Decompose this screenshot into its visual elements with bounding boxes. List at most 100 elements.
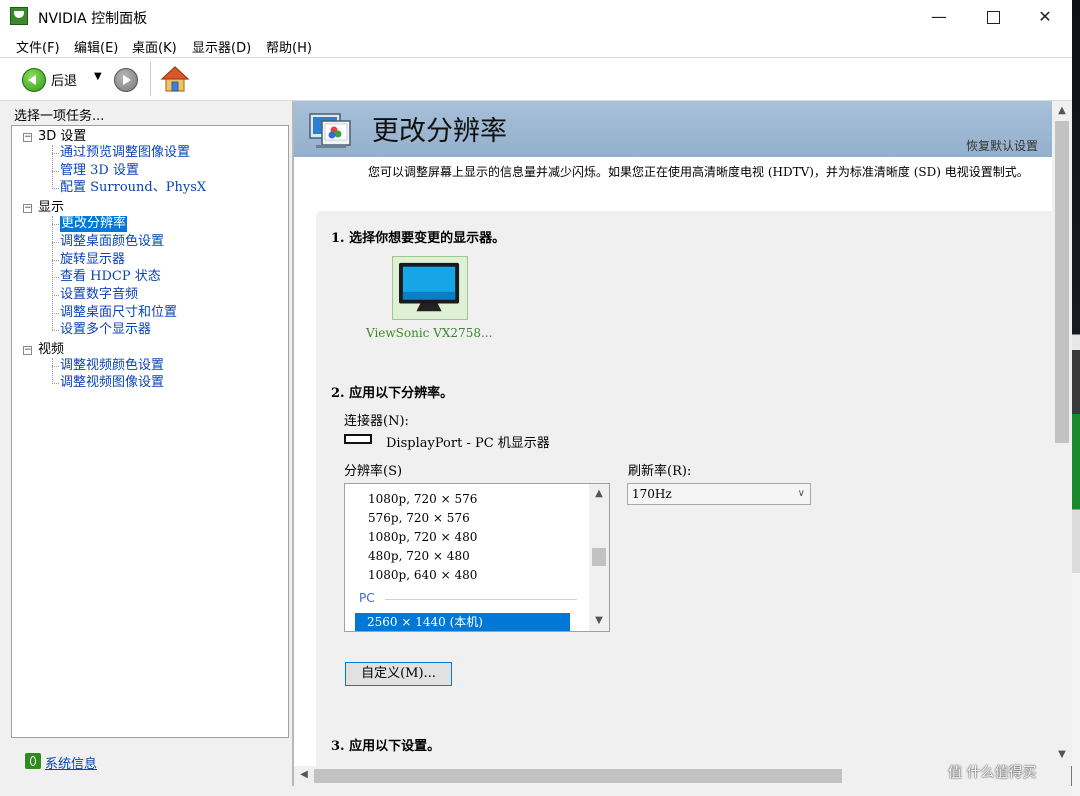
connector-label: 连接器(N): (344, 414, 409, 429)
content-vertical-scrollbar[interactable]: ▲ ▼ (1052, 101, 1072, 766)
displayport-icon (344, 434, 372, 444)
forward-arrow-icon[interactable] (114, 68, 138, 92)
tree-line (52, 383, 59, 384)
page-description: 您可以调整屏幕上显示的信息量并减少闪烁。如果您正在使用高清晰度电视 (HDTV)… (368, 165, 1029, 179)
tree-line (52, 171, 59, 172)
tree-line (52, 358, 53, 382)
content-pane: 更改分辨率 恢复默认设置 您可以调整屏幕上显示的信息量并减少闪烁。如果您正在使用… (294, 101, 1052, 766)
page-title: 更改分辨率 (372, 116, 507, 147)
resolution-list-scrollbar[interactable]: ▲ ▼ (589, 484, 609, 631)
minimize-icon: — (931, 7, 947, 26)
back-arrow-icon[interactable] (22, 68, 46, 92)
tree-item-desktop-size-position[interactable]: 调整桌面尺寸和位置 (60, 305, 177, 321)
refresh-rate-dropdown[interactable]: 170Hz ∨ (627, 483, 811, 505)
list-item[interactable]: 1080p, 640 × 480 (368, 568, 477, 582)
tree-item-digital-audio[interactable]: 设置数字音频 (60, 287, 138, 303)
tree-item-desktop-color[interactable]: 调整桌面颜色设置 (60, 234, 164, 250)
menu-help[interactable]: 帮助(H) (266, 37, 312, 56)
status-bar (0, 786, 1072, 796)
custom-resolution-button[interactable]: 自定义(M)... (345, 662, 452, 686)
minimize-button[interactable]: — (916, 0, 962, 33)
tree-group-video[interactable]: 视频 (38, 342, 64, 358)
step3-heading: 3. 应用以下设置。 (331, 739, 441, 754)
selected-resolution[interactable]: 2560 × 1440 (本机) (355, 613, 570, 631)
scroll-down-icon[interactable]: ▼ (1052, 749, 1072, 760)
tree-line (52, 153, 59, 154)
back-button-label[interactable]: 后退 (51, 70, 77, 89)
menu-display[interactable]: 显示器(D) (192, 37, 251, 56)
collapse-video-icon[interactable]: − (23, 346, 32, 355)
tree-item-hdcp-status[interactable]: 查看 HDCP 状态 (60, 269, 161, 285)
maximize-button[interactable] (970, 0, 1016, 33)
watermark: 值 什么值得买 (948, 765, 1037, 781)
monitor-icon (399, 262, 460, 312)
tree-group-3d-settings[interactable]: 3D 设置 (38, 129, 86, 145)
desktop-background (1072, 0, 1080, 796)
monitor-selector[interactable] (392, 256, 468, 320)
scroll-thumb[interactable] (592, 548, 606, 566)
collapse-display-icon[interactable]: − (23, 204, 32, 213)
tree-item-video-color[interactable]: 调整视频颜色设置 (60, 358, 164, 374)
menu-desktop[interactable]: 桌面(K) (132, 37, 177, 56)
step1-heading: 1. 选择你想要变更的显示器。 (331, 231, 506, 246)
tree-item-video-image[interactable]: 调整视频图像设置 (60, 375, 164, 391)
tree-line (52, 224, 59, 225)
refresh-rate-value: 170Hz (632, 487, 672, 501)
tree-item-multiple-displays[interactable]: 设置多个显示器 (60, 322, 151, 338)
close-icon: ✕ (1038, 7, 1052, 26)
system-info-link[interactable]: 系统信息 (45, 753, 97, 772)
tree-line (52, 242, 59, 243)
resolution-label: 分辨率(S) (344, 464, 403, 479)
tree-line (52, 145, 53, 187)
list-item[interactable]: 480p, 720 × 480 (368, 549, 470, 563)
toolbar-separator (150, 62, 151, 96)
nvidia-logo-icon (10, 7, 28, 25)
group-divider (385, 599, 577, 600)
refresh-rate-label: 刷新率(R): (628, 464, 692, 479)
scroll-up-icon[interactable]: ▲ (589, 488, 609, 499)
collapse-3d-icon[interactable]: − (23, 133, 32, 142)
step2-heading: 2. 应用以下分辨率。 (331, 386, 454, 401)
display-resolution-icon (309, 113, 351, 148)
list-item[interactable]: 1080p, 720 × 576 (368, 492, 477, 506)
tree-line (52, 188, 59, 189)
scroll-left-icon[interactable]: ◀ (294, 769, 314, 780)
resolution-group-pc: PC (359, 591, 375, 605)
tree-line (52, 313, 59, 314)
menu-file[interactable]: 文件(F) (16, 37, 60, 56)
menu-edit[interactable]: 编辑(E) (74, 37, 118, 56)
page-banner: 更改分辨率 恢复默认设置 (294, 101, 1052, 157)
nvidia-control-panel-window: NVIDIA 控制面板 — ✕ 文件(F) 编辑(E) 桌面(K) 显示器(D)… (0, 0, 1072, 796)
tree-item-rotate-display[interactable]: 旋转显示器 (60, 252, 125, 268)
close-button[interactable]: ✕ (1022, 0, 1068, 33)
resolution-list[interactable]: 1080p, 720 × 576 576p, 720 × 576 1080p, … (344, 483, 610, 632)
task-tree: − 3D 设置 通过预览调整图像设置 管理 3D 设置 配置 Surround、… (11, 125, 289, 738)
tree-line (52, 277, 59, 278)
window-title: NVIDIA 控制面板 (38, 11, 148, 27)
chevron-down-icon: ∨ (797, 488, 805, 499)
list-item[interactable]: 576p, 720 × 576 (368, 511, 470, 525)
tree-item-preview-image-settings[interactable]: 通过预览调整图像设置 (60, 145, 190, 161)
restore-defaults-link[interactable]: 恢复默认设置 (966, 137, 1038, 154)
title-bar: NVIDIA 控制面板 — ✕ (0, 0, 1072, 33)
list-item[interactable]: 1080p, 720 × 480 (368, 530, 477, 544)
toolbar: 后退 ▼ (0, 57, 1072, 101)
scroll-up-icon[interactable]: ▲ (1052, 105, 1072, 116)
scroll-thumb[interactable] (314, 769, 842, 783)
scroll-thumb[interactable] (1055, 121, 1069, 443)
tree-item-change-resolution[interactable]: 更改分辨率 (60, 216, 128, 232)
monitor-name: ViewSonic VX2758... (366, 326, 493, 340)
tree-line (52, 295, 59, 296)
back-history-dropdown-icon[interactable]: ▼ (94, 71, 102, 82)
scroll-down-icon[interactable]: ▼ (589, 615, 609, 626)
tree-item-configure-surround-physx[interactable]: 配置 Surround、PhysX (60, 180, 206, 196)
menu-bar: 文件(F) 编辑(E) 桌面(K) 显示器(D) 帮助(H) (0, 33, 1072, 57)
content-horizontal-scrollbar[interactable]: ◀ (294, 766, 1052, 786)
system-info-icon[interactable] (25, 753, 41, 769)
tree-group-display[interactable]: 显示 (38, 200, 64, 216)
tree-line (52, 260, 59, 261)
tree-line (52, 366, 59, 367)
connector-value: DisplayPort - PC 机显示器 (386, 436, 550, 451)
tree-item-manage-3d-settings[interactable]: 管理 3D 设置 (60, 163, 139, 179)
home-icon[interactable] (160, 64, 190, 94)
